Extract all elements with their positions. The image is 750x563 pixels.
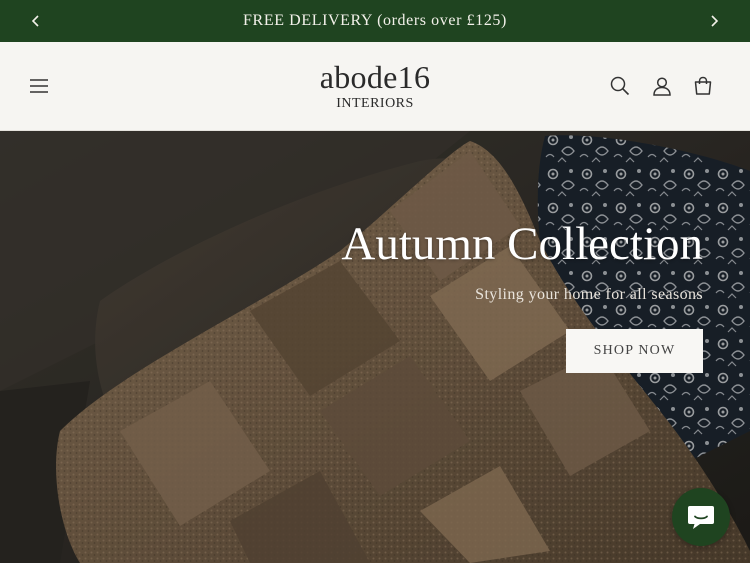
chevron-right-icon <box>711 15 719 27</box>
announcement-text: FREE DELIVERY (orders over £125) <box>243 12 507 29</box>
announcement-next-button[interactable] <box>694 0 734 42</box>
search-button[interactable] <box>606 72 634 100</box>
logo-sub-text: INTERIORS <box>336 96 414 111</box>
cart-icon <box>694 76 712 95</box>
cart-button[interactable] <box>689 72 717 100</box>
announcement-bar: FREE DELIVERY (orders over £125) <box>0 0 750 42</box>
chat-button[interactable] <box>672 488 730 546</box>
site-header: abode16 INTERIORS <box>0 42 750 131</box>
hero-title: Autumn Collection <box>341 218 703 270</box>
chevron-left-icon <box>31 15 39 27</box>
site-logo[interactable]: abode16 INTERIORS <box>0 60 750 113</box>
chat-icon <box>688 506 714 529</box>
account-icon <box>653 77 671 96</box>
search-icon <box>610 76 630 96</box>
hero-banner: Autumn Collection Styling your home for … <box>0 131 750 563</box>
shop-now-button[interactable]: SHOP NOW <box>566 329 703 373</box>
hero-subtitle: Styling your home for all seasons <box>475 286 703 303</box>
account-button[interactable] <box>648 72 676 100</box>
announcement-prev-button[interactable] <box>16 0 56 42</box>
logo-main-text: abode16 <box>319 59 431 95</box>
